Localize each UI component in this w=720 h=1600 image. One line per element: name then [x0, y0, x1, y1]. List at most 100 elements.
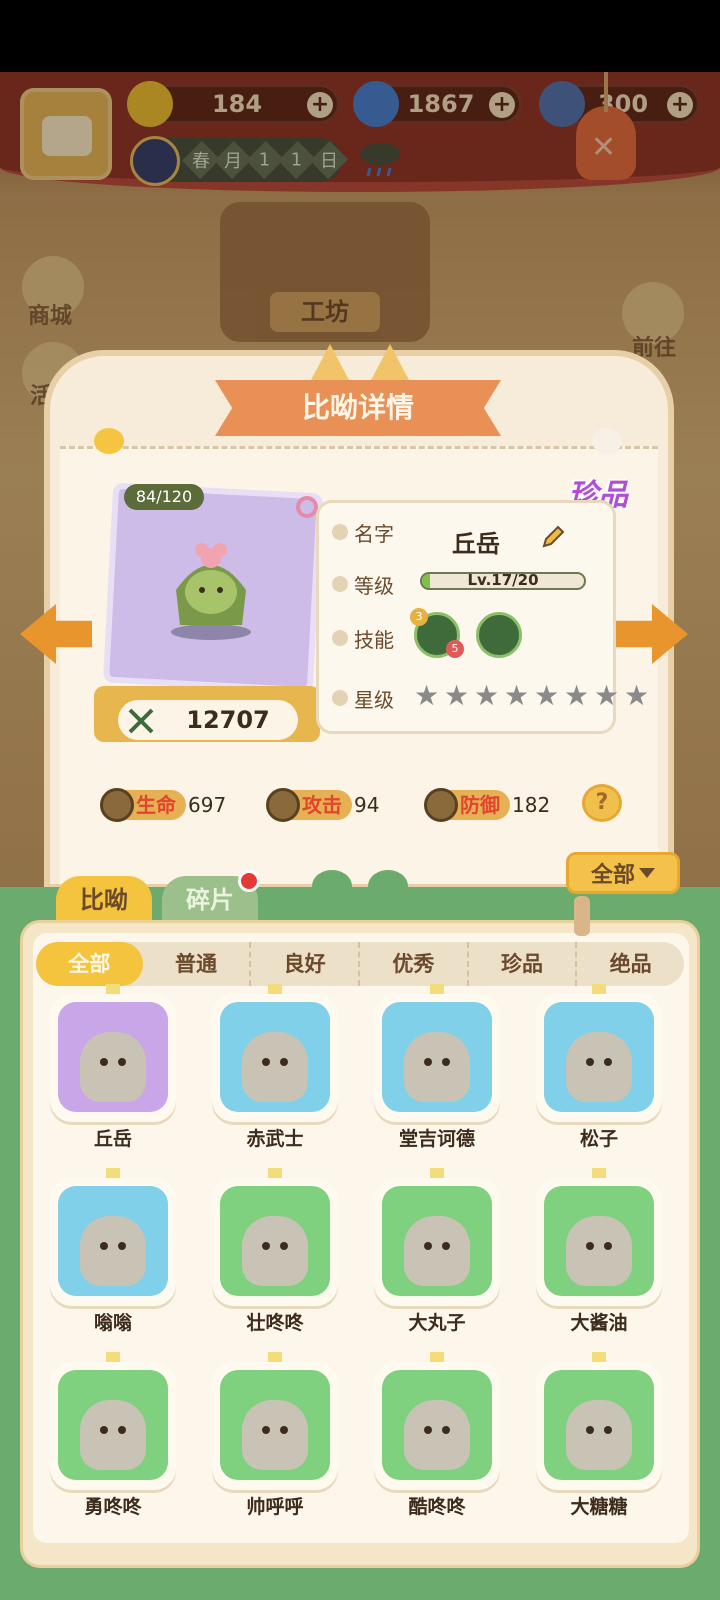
- pencil-icon[interactable]: [538, 522, 568, 552]
- star-icon: ★: [564, 679, 590, 712]
- level-label: 等级: [354, 574, 394, 598]
- star-icon: ★: [594, 679, 620, 712]
- pet-name-label: 松子: [579, 1128, 618, 1150]
- defense-value: 182: [512, 793, 551, 817]
- category-tab-rare[interactable]: 珍品: [469, 942, 578, 986]
- star-icon: ★: [474, 679, 500, 712]
- pet-name-label: 赤武士: [246, 1128, 304, 1150]
- category-tab-all[interactable]: 全部: [36, 942, 143, 986]
- defense-icon: [424, 788, 458, 822]
- pet-name-label: 大酱油: [570, 1312, 628, 1334]
- cat-face-icon: [592, 428, 622, 454]
- pet-card-item[interactable]: [212, 1362, 338, 1490]
- cat-avatar-icon: [566, 1216, 632, 1286]
- cat-avatar-icon: [80, 1400, 146, 1470]
- hp-value: 697: [188, 793, 227, 817]
- attack-icon: [266, 788, 300, 822]
- cat-avatar-icon: [566, 1032, 632, 1102]
- pet-card-background: [58, 1002, 168, 1112]
- cat-avatar-icon: [80, 1032, 146, 1102]
- pet-card-background: [220, 1186, 330, 1296]
- power-value: 12707: [186, 706, 270, 734]
- pet-name-label: 大丸子: [408, 1312, 466, 1334]
- pet-card-item[interactable]: [212, 994, 338, 1122]
- category-tab-good[interactable]: 良好: [251, 942, 361, 986]
- pet-name-label: 堂吉诃德: [398, 1128, 475, 1150]
- pet-name-label: 勇咚咚: [84, 1496, 142, 1518]
- category-tab-legendary[interactable]: 绝品: [577, 942, 684, 986]
- pin-decoration: [574, 896, 590, 936]
- filter-dropdown[interactable]: 全部: [566, 852, 680, 894]
- pet-name-label: 大糖糖: [570, 1496, 628, 1518]
- pet-card-background: [58, 1370, 168, 1480]
- notification-dot: [238, 870, 260, 892]
- cat-avatar-icon: [242, 1216, 308, 1286]
- pet-card-background: [220, 1002, 330, 1112]
- star-icon: ★: [444, 679, 470, 712]
- star-icon: ★: [414, 679, 440, 712]
- cat-avatar-icon: [566, 1400, 632, 1470]
- pet-card-item[interactable]: [374, 1362, 500, 1490]
- pet-card-item[interactable]: [536, 994, 662, 1122]
- pet-card-item[interactable]: [536, 1178, 662, 1306]
- cat-avatar-icon: [242, 1400, 308, 1470]
- cat-ears-decoration: [310, 344, 410, 382]
- card-count: 84/120: [124, 484, 204, 510]
- pet-name-label: 酷咚咚: [408, 1496, 466, 1518]
- pet-card-background: [382, 1186, 492, 1296]
- pet-name-label: 嗡嗡: [93, 1312, 132, 1334]
- female-gender-icon: [296, 496, 318, 518]
- hp-icon: [100, 788, 134, 822]
- tab-pets[interactable]: 比呦: [56, 876, 152, 926]
- paw-icon: [332, 524, 348, 540]
- pet-card-background: [382, 1002, 492, 1112]
- pet-card-background: [544, 1370, 654, 1480]
- skill-count-badge: 5: [446, 640, 464, 658]
- pet-card-item[interactable]: [212, 1178, 338, 1306]
- level-text: Lv.17/20: [467, 571, 539, 589]
- pet-card-item[interactable]: [50, 994, 176, 1122]
- pet-card-background: [382, 1370, 492, 1480]
- paw-icon: [332, 576, 348, 592]
- help-button[interactable]: ?: [582, 784, 622, 822]
- pet-card-background: [544, 1002, 654, 1112]
- pet-card-background: [544, 1186, 654, 1296]
- pet-name-label: 帅呼呼: [246, 1496, 304, 1518]
- pet-name-label: 壮咚咚: [246, 1312, 304, 1334]
- pet-name: 丘岳: [452, 530, 500, 558]
- title-ribbon: 比呦详情: [215, 380, 501, 436]
- dialog-title: 比呦详情: [301, 391, 414, 424]
- pet-card-item[interactable]: [374, 1178, 500, 1306]
- cat-avatar-icon: [80, 1216, 146, 1286]
- star-rating: ★ ★ ★ ★ ★ ★ ★ ★: [414, 682, 652, 712]
- category-tab-excellent[interactable]: 优秀: [360, 942, 469, 986]
- paw-icon: [332, 630, 348, 646]
- cat-avatar-icon: [404, 1400, 470, 1470]
- star-icon: ★: [504, 679, 530, 712]
- pet-card-item[interactable]: [536, 1362, 662, 1490]
- star-label: 星级: [354, 688, 394, 712]
- attack-value: 94: [354, 793, 380, 817]
- chick-icon: [94, 428, 124, 454]
- chevron-down-icon: [639, 868, 655, 878]
- rarity-filter-tabs: 全部 普通 良好 优秀 珍品 绝品: [36, 942, 684, 986]
- skill-level-badge: 3: [410, 608, 428, 626]
- name-label: 名字: [354, 522, 394, 546]
- cat-avatar-icon: [242, 1032, 308, 1102]
- cat-avatar-icon: [404, 1216, 470, 1286]
- pet-card-background: [58, 1186, 168, 1296]
- crossed-swords-icon: [128, 708, 154, 734]
- pet-card-background: [220, 1370, 330, 1480]
- skill-label: 技能: [354, 628, 394, 652]
- filter-label: 全部: [590, 863, 635, 888]
- star-icon: ★: [624, 679, 650, 712]
- cat-avatar-icon: [404, 1032, 470, 1102]
- locked-skill-icon[interactable]: [476, 612, 522, 658]
- paw-icon: [332, 690, 348, 706]
- pet-card-item[interactable]: [50, 1362, 176, 1490]
- pet-name-label: 丘岳: [93, 1128, 132, 1150]
- category-tab-normal[interactable]: 普通: [143, 942, 252, 986]
- star-icon: ★: [534, 679, 560, 712]
- pet-card-item[interactable]: [50, 1178, 176, 1306]
- pet-card-item[interactable]: [374, 994, 500, 1122]
